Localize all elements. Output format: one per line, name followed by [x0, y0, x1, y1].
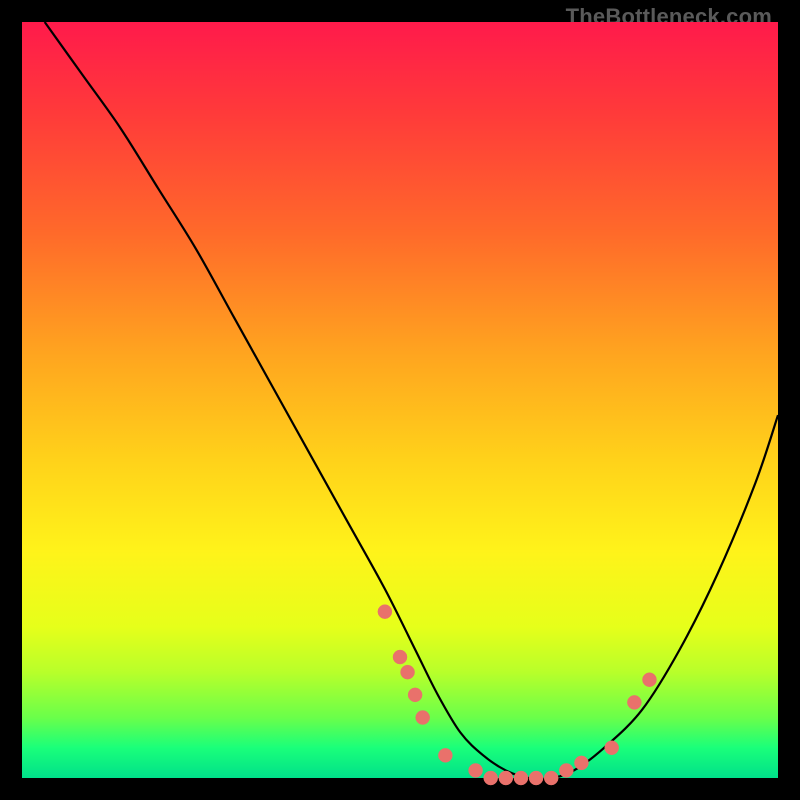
data-point	[529, 771, 543, 785]
data-point	[378, 605, 392, 619]
scatter-points	[378, 605, 657, 785]
data-point	[627, 695, 641, 709]
bottleneck-curve	[45, 22, 778, 779]
data-point	[469, 763, 483, 777]
chart-stage: TheBottleneck.com	[0, 0, 800, 800]
data-point	[574, 756, 588, 770]
data-point	[484, 771, 498, 785]
data-point	[559, 763, 573, 777]
chart-svg	[22, 22, 778, 778]
data-point	[408, 688, 422, 702]
data-point	[544, 771, 558, 785]
data-point	[393, 650, 407, 664]
data-point	[416, 711, 430, 725]
data-point	[499, 771, 513, 785]
data-point	[642, 673, 656, 687]
data-point	[401, 665, 415, 679]
data-point	[438, 748, 452, 762]
data-point	[514, 771, 528, 785]
plot-area	[22, 22, 778, 778]
data-point	[605, 741, 619, 755]
